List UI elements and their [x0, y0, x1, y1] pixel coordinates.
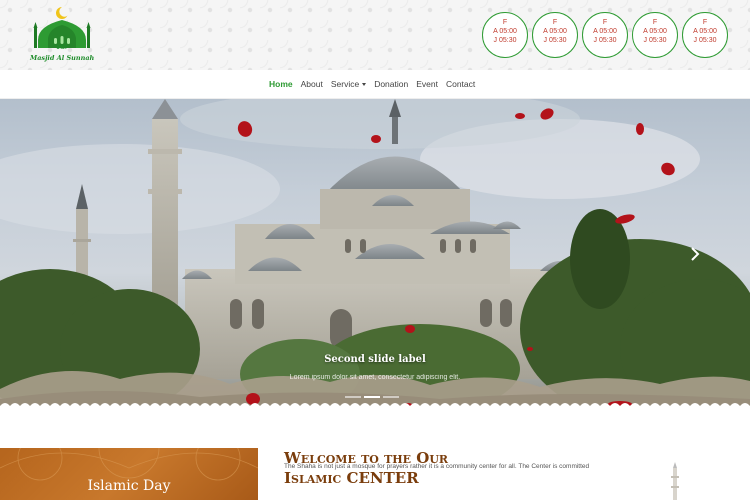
- logo-year: 1437: [56, 45, 68, 51]
- hero-carousel: Second slide label Lorem ipsum dolor sit…: [0, 99, 750, 414]
- carousel-indicators: [345, 396, 399, 398]
- top-header: 1437 Masjid Al Sunnah F A 05:00 J 05:30 …: [0, 0, 750, 70]
- prayer-label: F: [602, 19, 608, 26]
- scalloped-divider: [0, 403, 750, 414]
- nav-list: Home About Service Donation Event Contac…: [269, 79, 483, 89]
- prayer-jamat: J 05:30: [543, 37, 567, 44]
- prayer-jamat: J 05:30: [693, 37, 717, 44]
- prayer-label: F: [702, 19, 708, 26]
- prayer-time-circle: F A 05:00 J 05:30: [632, 12, 678, 58]
- prayer-jamat: J 05:30: [593, 37, 617, 44]
- caret-down-icon: [362, 83, 367, 87]
- prayer-azan: A 05:00: [493, 28, 517, 35]
- prayer-time-circle: F A 05:00 J 05:30: [482, 12, 528, 58]
- slide-caption: Lorem ipsum dolor sit amet, consectetur …: [289, 374, 461, 381]
- prayer-azan: A 05:00: [593, 28, 617, 35]
- nav-service-label: Service: [330, 79, 360, 89]
- prayer-azan: A 05:00: [643, 28, 667, 35]
- prayer-label: F: [552, 19, 558, 26]
- carousel-indicator-active[interactable]: [364, 396, 380, 398]
- mosque-photo: [0, 99, 750, 414]
- welcome-heading-line2: Islamic CENTER: [284, 469, 419, 487]
- main-navigation: Home About Service Donation Event Contac…: [0, 70, 750, 99]
- prayer-azan: A 05:00: [543, 28, 567, 35]
- carousel-indicator[interactable]: [345, 396, 361, 398]
- site-logo[interactable]: 1437 Masjid Al Sunnah: [30, 4, 94, 66]
- chevron-right-icon[interactable]: [688, 247, 702, 261]
- prayer-azan: A 05:00: [693, 28, 717, 35]
- nav-donation[interactable]: Donation: [374, 79, 408, 89]
- nav-about[interactable]: About: [301, 79, 323, 89]
- prayer-times: F A 05:00 J 05:30 F A 05:00 J 05:30 F A …: [482, 12, 728, 58]
- nav-service-dropdown[interactable]: Service: [330, 79, 367, 89]
- welcome-section: Islamic Day Welcome to the Our Islamic C…: [0, 414, 750, 500]
- prayer-label: F: [502, 19, 508, 26]
- nav-contact[interactable]: Contact: [446, 79, 475, 89]
- welcome-paragraph: The Shaha is not just a mosque for praye…: [284, 463, 590, 470]
- prayer-time-circle: F A 05:00 J 05:30: [532, 12, 578, 58]
- islamic-day-title: Islamic Day: [87, 478, 171, 494]
- carousel-indicator[interactable]: [383, 396, 399, 398]
- prayer-time-circle: F A 05:00 J 05:30: [582, 12, 628, 58]
- logo-name: Masjid Al Sunnah: [30, 54, 95, 62]
- prayer-jamat: J 05:30: [493, 37, 517, 44]
- islamic-day-card[interactable]: Islamic Day: [0, 448, 258, 500]
- prayer-jamat: J 05:30: [643, 37, 667, 44]
- nav-event[interactable]: Event: [416, 79, 438, 89]
- nav-home[interactable]: Home: [269, 79, 293, 89]
- prayer-label: F: [652, 19, 658, 26]
- minaret-icon: [671, 462, 679, 500]
- prayer-time-circle: F A 05:00 J 05:30: [682, 12, 728, 58]
- slide-label: Second slide label: [324, 354, 426, 365]
